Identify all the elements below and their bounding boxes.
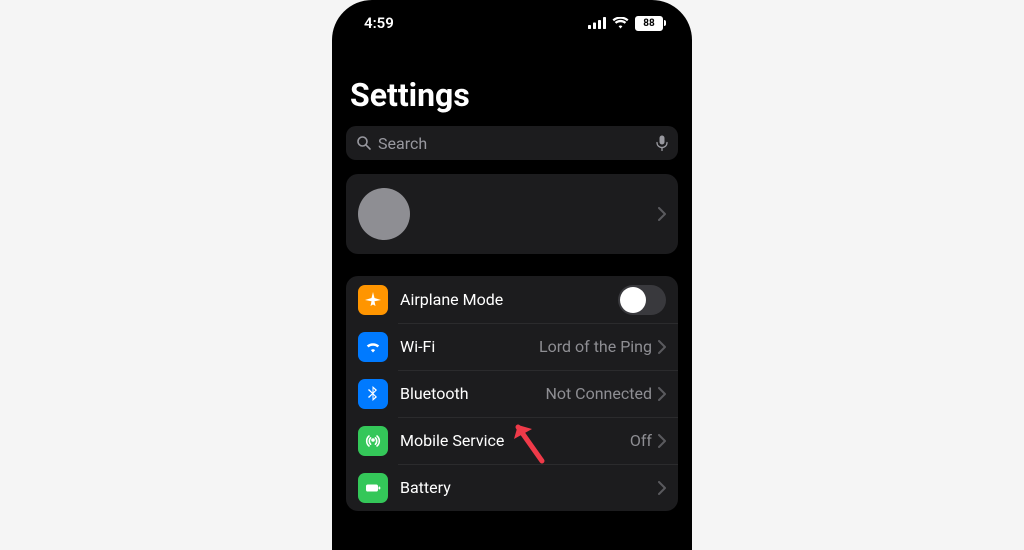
bluetooth-icon [358, 379, 388, 409]
row-label: Wi-Fi [400, 337, 539, 356]
microphone-icon[interactable] [656, 135, 668, 151]
chevron-right-icon [658, 481, 666, 495]
row-wifi[interactable]: Wi-Fi Lord of the Ping [346, 323, 678, 370]
chevron-right-icon [658, 340, 666, 354]
battery-status-icon: 88 [635, 16, 666, 31]
battery-percent: 88 [643, 18, 654, 29]
chevron-right-icon [658, 387, 666, 401]
row-label: Mobile Service [400, 431, 630, 450]
row-mobile-service[interactable]: Mobile Service Off [346, 417, 678, 464]
airplane-toggle[interactable] [618, 285, 666, 315]
row-bluetooth[interactable]: Bluetooth Not Connected [346, 370, 678, 417]
status-time: 4:59 [364, 14, 394, 32]
search-input[interactable]: Search [346, 126, 678, 160]
wifi-status-icon [612, 17, 629, 29]
status-bar: 4:59 88 [332, 0, 692, 32]
wifi-icon [358, 332, 388, 362]
row-label: Bluetooth [400, 384, 545, 403]
chevron-right-icon [658, 207, 666, 221]
row-airplane-mode[interactable]: Airplane Mode [346, 276, 678, 323]
phone-frame: 4:59 88 Settings Search [332, 0, 692, 550]
search-placeholder: Search [378, 134, 656, 153]
page-title: Settings [332, 32, 692, 126]
battery-icon [358, 473, 388, 503]
row-value: Off [630, 431, 652, 450]
row-value: Not Connected [545, 384, 652, 403]
cellular-signal-icon [588, 17, 606, 29]
airplane-icon [358, 285, 388, 315]
search-icon [356, 135, 372, 151]
row-value: Lord of the Ping [539, 337, 652, 356]
settings-list: Airplane Mode Wi-Fi Lord of the Ping Blu… [346, 276, 678, 511]
profile-card[interactable] [346, 174, 678, 254]
row-label: Airplane Mode [400, 290, 618, 309]
chevron-right-icon [658, 434, 666, 448]
avatar [358, 188, 410, 240]
row-label: Battery [400, 478, 658, 497]
row-battery[interactable]: Battery [346, 464, 678, 511]
antenna-icon [358, 426, 388, 456]
status-right: 88 [588, 16, 666, 31]
